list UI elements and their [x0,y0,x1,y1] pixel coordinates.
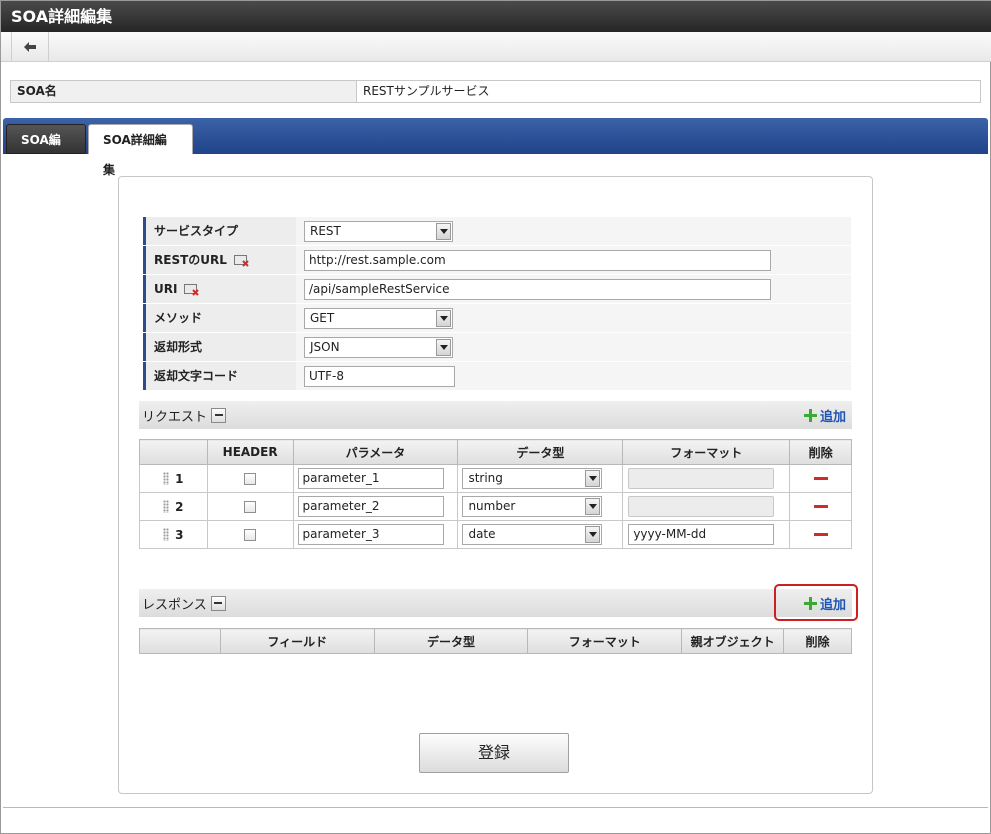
table-row: 3 parameter_3 date yyyy-MM-dd [139,520,852,549]
col-field: フィールド [219,628,375,654]
data-type-select[interactable]: date [462,524,603,545]
parameter-input[interactable]: parameter_2 [297,496,444,517]
collapse-request-button[interactable] [211,407,227,423]
col-format: フォーマット [527,628,683,654]
detail-panel: サービスタイプ REST RESTのURL http://rest.sample… [118,176,873,794]
response-section-header: レスポンス 追加 [139,589,852,617]
method-select[interactable]: GET [304,307,453,329]
col-parameter: パラメータ [292,439,459,465]
chevron-down-icon [436,338,451,356]
chevron-down-icon [585,470,601,487]
service-type-select[interactable]: REST [304,220,453,242]
chevron-down-icon [585,526,601,543]
tab-bar: SOA編集 SOA詳細編集 [3,118,988,177]
required-input-icon [233,254,249,267]
return-charset-label: 返却文字コード [143,362,296,390]
form-row-rest-url: RESTのURL http://rest.sample.com [143,246,851,275]
register-button[interactable]: 登録 [419,733,569,773]
request-section-title: リクエスト [142,409,208,425]
parameter-input[interactable]: parameter_3 [297,524,444,545]
required-input-icon [184,283,200,296]
col-format: フォーマット [622,439,791,465]
soa-name-row: SOA名 RESTサンプルサービス [10,80,981,103]
header-checkbox[interactable] [244,472,257,485]
col-header: HEADER [206,439,294,465]
delete-row-icon[interactable] [813,477,828,480]
format-input[interactable]: yyyy-MM-dd [628,524,775,545]
rest-url-label: RESTのURL [143,246,296,274]
response-section-title: レスポンス [142,597,207,613]
chevron-down-icon [585,498,601,515]
request-parameter-table: HEADER パラメータ データ型 フォーマット 削除 1 parameter_… [139,439,852,549]
delete-row-icon[interactable] [813,505,828,508]
tab-soa-detail-edit[interactable]: SOA詳細編集 [88,124,193,177]
data-type-select[interactable]: string [462,468,603,489]
request-section-header: リクエスト 追加 [139,401,852,429]
form-row-uri: URI /api/sampleRestService [143,275,851,304]
drag-handle-icon[interactable] [163,528,170,541]
return-format-select[interactable]: JSON [304,336,453,358]
col-data-type: データ型 [373,628,529,654]
content-bottom-border [3,807,988,808]
uri-input[interactable]: /api/sampleRestService [304,278,771,300]
return-format-label: 返却形式 [143,333,296,361]
col-row-number [139,439,208,465]
col-row-number [139,628,221,654]
drag-handle-icon[interactable] [163,472,170,485]
app-window: SOA詳細編集 SOA名 RESTサンプルサービス SOA編集 SOA詳細編集 … [0,0,991,834]
request-add-button[interactable]: 追加 [803,406,846,425]
col-delete: 削除 [783,628,852,654]
table-row: 2 parameter_2 number [139,492,852,521]
window-title: SOA詳細編集 [1,1,991,32]
soa-name-value: RESTサンプルサービス [363,84,490,98]
tab-soa-edit[interactable]: SOA編集 [6,124,86,177]
table-row: 1 parameter_1 string [139,464,852,493]
chevron-down-icon [436,222,451,240]
service-settings-form: サービスタイプ REST RESTのURL http://rest.sample… [143,217,851,391]
service-type-label: サービスタイプ [143,217,296,245]
response-field-table: フィールド データ型 フォーマット 親オブジェクト 削除 [139,628,852,654]
parameter-input[interactable]: parameter_1 [297,468,444,489]
soa-name-label: SOA名 [11,81,357,102]
toolbar [1,32,991,62]
format-input [628,468,775,489]
form-row-method: メソッド GET [143,304,851,333]
col-data-type: データ型 [457,439,624,465]
arrow-left-icon [24,41,36,52]
drag-handle-icon[interactable] [163,500,170,513]
add-button-highlight [774,584,858,621]
method-label: メソッド [143,304,296,332]
rest-url-input[interactable]: http://rest.sample.com [304,249,771,271]
col-delete: 削除 [789,439,852,465]
chevron-down-icon [436,309,451,327]
delete-row-icon[interactable] [813,533,828,536]
col-parent-object: 親オブジェクト [681,628,785,654]
data-type-select[interactable]: number [462,496,603,517]
uri-label: URI [143,275,296,303]
format-input [628,496,775,517]
plus-icon [803,409,817,422]
header-checkbox[interactable] [244,528,257,541]
header-checkbox[interactable] [244,500,257,513]
table-header-row: フィールド データ型 フォーマット 親オブジェクト 削除 [139,628,852,654]
table-header-row: HEADER パラメータ データ型 フォーマット 削除 [139,439,852,465]
form-row-return-format: 返却形式 JSON [143,333,851,362]
form-row-return-charset: 返却文字コード UTF-8 [143,362,851,391]
back-button[interactable] [11,32,49,61]
return-charset-input[interactable]: UTF-8 [304,365,455,387]
form-row-service-type: サービスタイプ REST [143,217,851,246]
collapse-response-button[interactable] [210,595,226,611]
